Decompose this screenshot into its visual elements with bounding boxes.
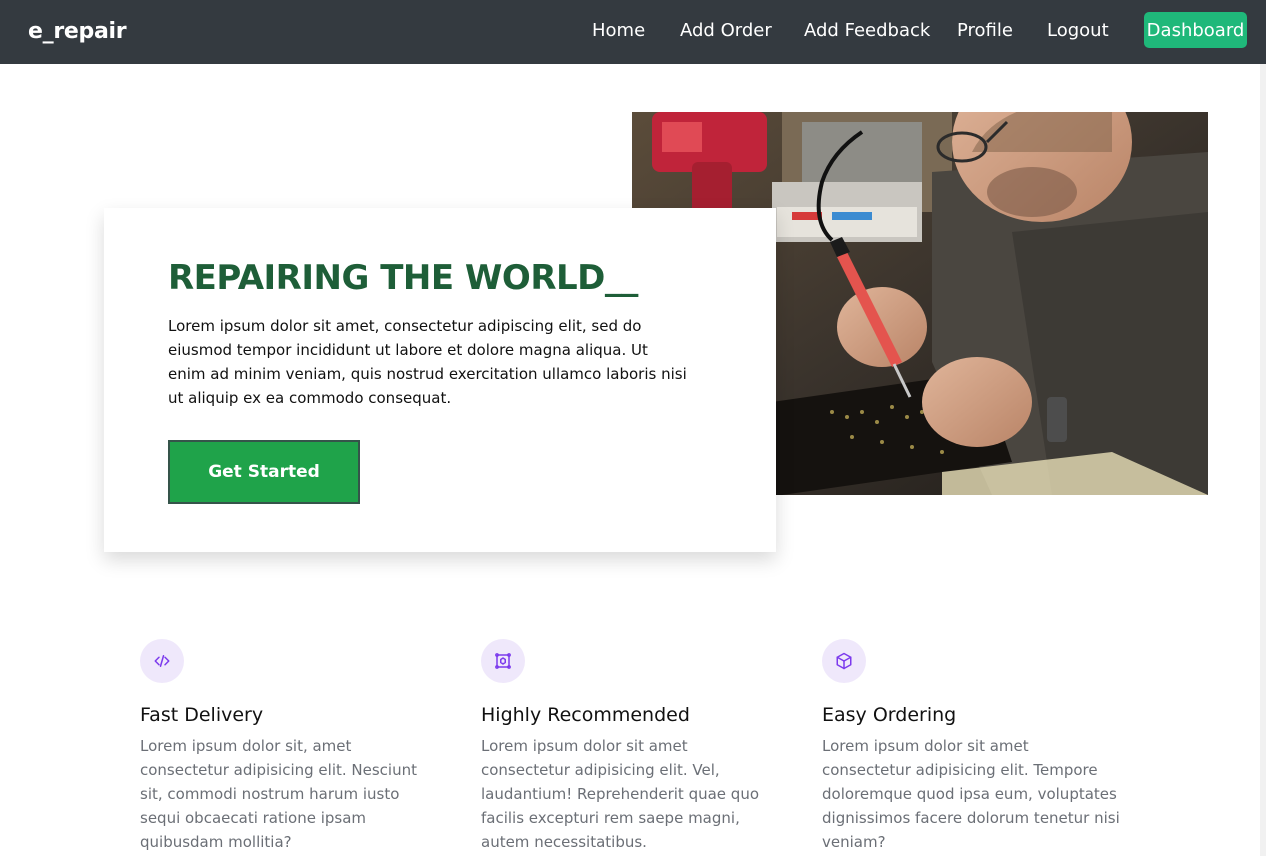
nav-logout-link[interactable]: Logout — [1047, 20, 1109, 41]
hero-description: Lorem ipsum dolor sit amet, consectetur … — [168, 317, 687, 407]
code-icon — [140, 639, 184, 683]
feature-title: Highly Recommended — [481, 704, 690, 726]
hero-title: REPAIRING THE WORLD__ — [168, 258, 638, 298]
feature-title: Fast Delivery — [140, 704, 264, 726]
box-icon — [822, 639, 866, 683]
get-started-button[interactable]: Get Started — [168, 440, 360, 504]
feature-highly-recommended: Highly Recommended Lorem ipsum dolor sit… — [481, 639, 781, 854]
feature-description: Lorem ipsum dolor sit amet consectetur a… — [822, 737, 1120, 851]
hero-card: REPAIRING THE WORLD__ Lorem ipsum dolor … — [104, 208, 776, 552]
feature-easy-ordering: Easy Ordering Lorem ipsum dolor sit amet… — [822, 639, 1122, 854]
feature-title: Easy Ordering — [822, 704, 957, 726]
frame-icon — [481, 639, 525, 683]
dashboard-button[interactable]: Dashboard — [1144, 12, 1247, 48]
nav-add-order-link[interactable]: Add Order — [680, 20, 772, 41]
top-navbar: e_repair Home Add Order Add Feedback Pro… — [0, 0, 1266, 64]
nav-add-feedback-link[interactable]: Add Feedback — [804, 20, 930, 41]
brand-logo[interactable]: e_repair — [28, 19, 127, 44]
feature-description: Lorem ipsum dolor sit, amet consectetur … — [140, 737, 417, 851]
feature-description: Lorem ipsum dolor sit amet consectetur a… — [481, 737, 759, 851]
page-scrollbar[interactable] — [1260, 64, 1266, 856]
nav-profile-link[interactable]: Profile — [957, 20, 1013, 41]
nav-home-link[interactable]: Home — [592, 20, 645, 41]
feature-fast-delivery: Fast Delivery Lorem ipsum dolor sit, ame… — [140, 639, 440, 854]
